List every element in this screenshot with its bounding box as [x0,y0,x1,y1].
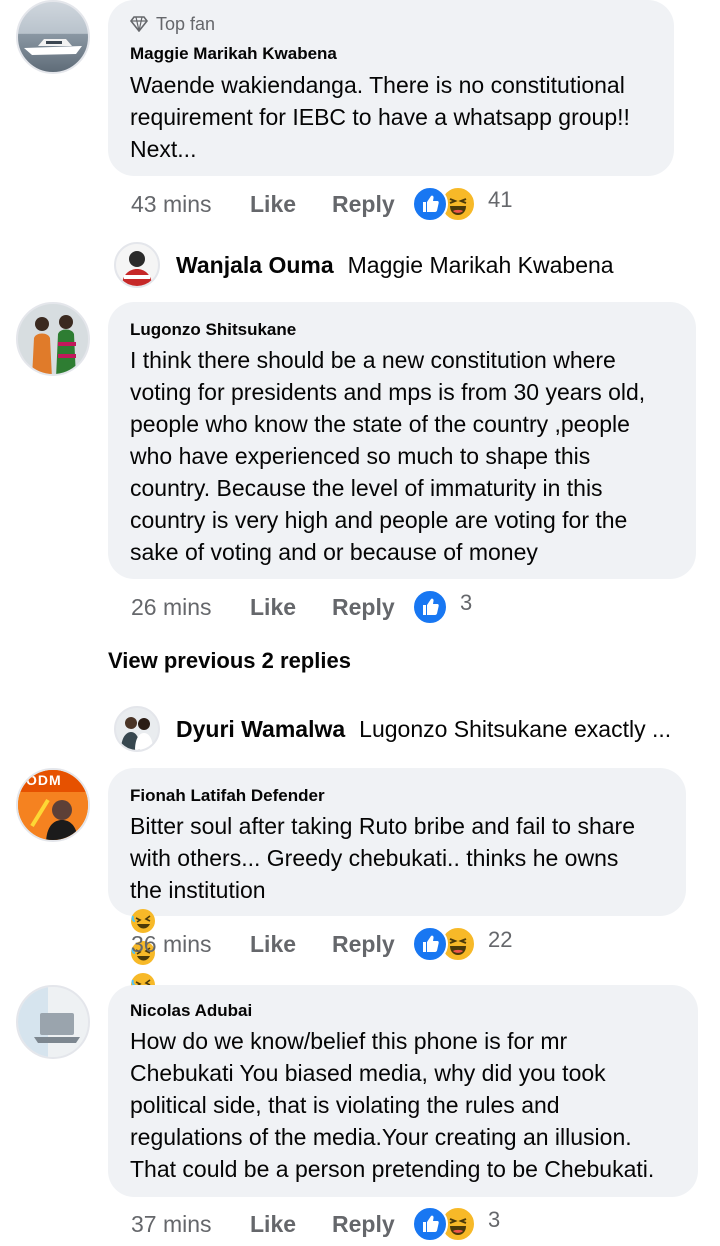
like-reaction-icon [412,1206,448,1242]
avatar[interactable] [16,302,90,376]
comment-bubble: Fionah Latifah Defender Bitter soul afte… [108,768,686,1029]
reaction-count: 3 [488,1207,501,1232]
comment-author[interactable]: Nicolas Adubai [130,999,676,1023]
reaction-count: 41 [488,187,513,212]
reactions-summary[interactable]: 41 [412,186,512,222]
reaction-count: 3 [460,590,473,615]
comment-author[interactable]: Lugonzo Shitsukane [130,318,674,342]
comment-text-content: Bitter soul after taking Ruto bribe and … [130,813,636,903]
laptop-photo-icon [18,987,88,1057]
reactions-summary[interactable]: 3 [412,1206,500,1242]
comment-time[interactable]: 36 mins [131,931,250,958]
top-fan-label: Top fan [156,13,216,34]
person-photo-icon [122,251,152,286]
avatar[interactable]: ODM [16,768,90,842]
boat-photo-icon [24,39,82,55]
reply-button[interactable]: Reply [332,931,412,958]
comment-time[interactable]: 26 mins [131,594,250,621]
reactions-summary[interactable]: 3 [412,589,472,625]
top-fan-badge: Top fan [130,12,652,36]
like-button[interactable]: Like [250,191,332,218]
diamond-icon [130,16,148,32]
comment-text: How do we know/belief this phone is for … [130,1028,655,1182]
avatar[interactable] [114,706,160,752]
comment-author[interactable]: Fionah Latifah Defender [130,784,664,808]
like-reaction-icon [412,589,448,625]
comment-text: Waende wakiendanga. There is no constitu… [130,72,630,162]
comment-actions: 36 mins Like Reply 22 [131,926,512,962]
comment-text: I think there should be a new constituti… [130,347,646,565]
comment-time[interactable]: 43 mins [131,191,250,218]
like-reaction-icon [412,186,448,222]
comment-bubble: Top fan Maggie Marikah Kwabena Waende wa… [108,0,674,176]
reply-author[interactable]: Dyuri Wamalwa [176,716,345,743]
comment-bubble: Lugonzo Shitsukane I think there should … [108,302,696,579]
reply-text: Lugonzo Shitsukane exactly ... [359,715,672,742]
avatar[interactable] [16,985,90,1059]
avatar[interactable] [114,242,160,288]
reply-preview[interactable]: Wanjala Ouma Maggie Marikah Kwabena [114,240,614,290]
comment-actions: 43 mins Like Reply 41 [131,186,512,222]
comment-author[interactable]: Maggie Marikah Kwabena [130,42,652,66]
like-button[interactable]: Like [250,931,332,958]
reaction-count: 22 [488,927,513,952]
reply-text: Maggie Marikah Kwabena [347,251,614,278]
like-button[interactable]: Like [250,594,332,621]
reply-button[interactable]: Reply [332,191,412,218]
couple-photo-icon [121,717,153,750]
reactions-summary[interactable]: 22 [412,926,512,962]
reply-button[interactable]: Reply [332,1211,412,1238]
comment-actions: 37 mins Like Reply 3 [131,1206,500,1242]
reply-button[interactable]: Reply [332,594,412,621]
odm-badge-text: ODM [26,772,62,788]
people-photo-icon [18,304,88,374]
view-previous-replies-link[interactable]: View previous 2 replies [108,648,351,674]
avatar[interactable] [16,0,90,74]
comment-bubble: Nicolas Adubai How do we know/belief thi… [108,985,698,1197]
like-button[interactable]: Like [250,1211,332,1238]
comment-actions: 26 mins Like Reply 3 [131,589,472,625]
reply-author[interactable]: Wanjala Ouma [176,252,334,279]
like-reaction-icon [412,926,448,962]
reply-preview[interactable]: Dyuri Wamalwa Lugonzo Shitsukane exactly… [114,704,671,754]
comment-time[interactable]: 37 mins [131,1211,250,1238]
